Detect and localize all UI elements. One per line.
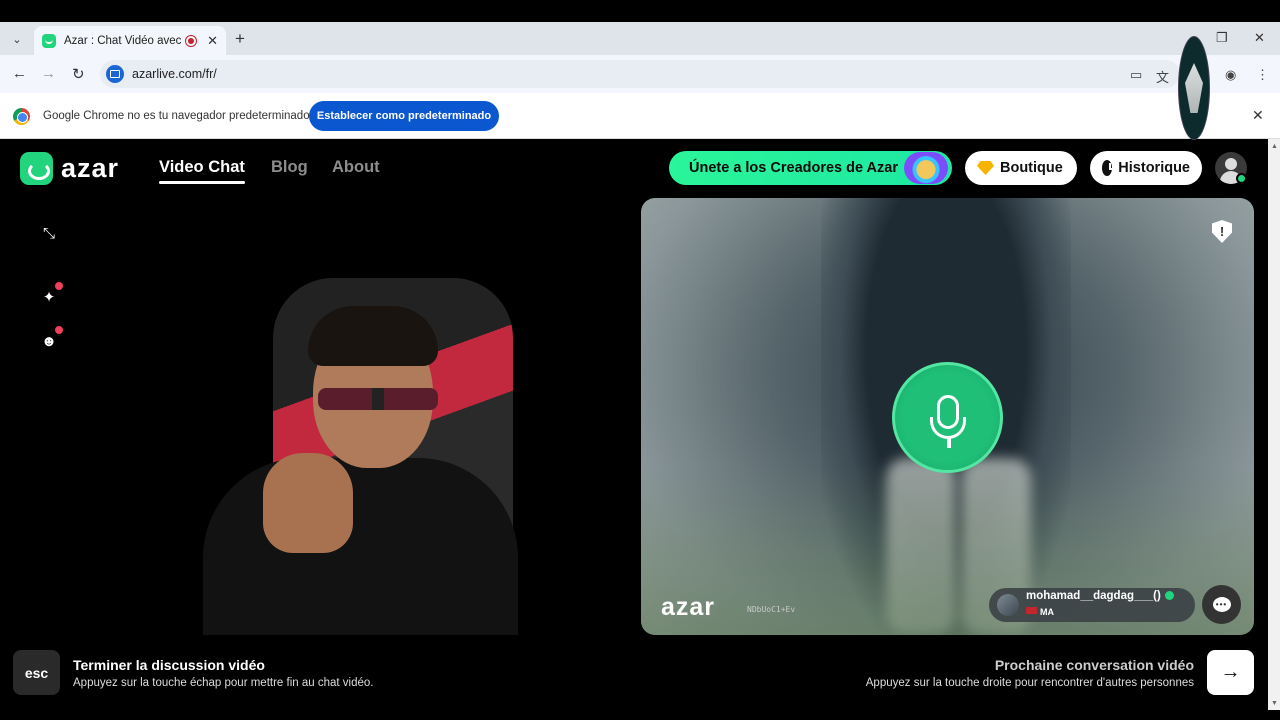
online-status-dot <box>1236 173 1247 184</box>
azar-favicon-icon <box>42 33 56 48</box>
local-video-panel: ⤡ ✦ ☻ <box>13 198 627 635</box>
history-label: Historique <box>1118 160 1190 176</box>
remote-username: mohamad__dagdag___() <box>1026 590 1161 602</box>
remote-user-info: mohamad__dagdag___() MA <box>1026 590 1174 620</box>
profile-icon[interactable]: ◉ <box>1225 67 1236 83</box>
minimize-video-icon[interactable]: ⤡ <box>39 223 59 243</box>
infobar-close-icon[interactable]: ✕ <box>1252 107 1264 124</box>
chrome-logo-icon <box>13 108 30 125</box>
diamond-icon <box>977 161 994 175</box>
more-menu-icon[interactable]: ⋮ <box>1256 67 1269 83</box>
new-tab-button[interactable]: + <box>235 29 245 49</box>
scroll-up-arrow-icon[interactable]: ▲ <box>1271 143 1278 150</box>
esc-end-button[interactable]: esc <box>13 650 60 695</box>
report-shield-icon[interactable]: ! <box>1212 220 1232 243</box>
clock-icon <box>1102 160 1116 176</box>
creators-label: Únete a los Creadores de Azar <box>689 160 898 176</box>
set-default-button[interactable]: Establecer como predeterminado <box>309 101 499 131</box>
next-chat-subtitle: Appuyez sur la touche droite pour rencon… <box>865 677 1194 689</box>
url-text: azarlive.com/fr/ <box>132 67 217 81</box>
browser-toolbar: ← → ↻ azarlive.com/fr/ ▭ 文 ◉ ⋮ <box>0 55 1280 93</box>
reload-icon[interactable]: ↻ <box>72 65 85 83</box>
remote-video-panel: ! azar NDbUoC1+Ev mohamad__dagdag___() M… <box>641 198 1254 635</box>
local-camera-feed <box>203 278 518 635</box>
remote-user-chip[interactable]: mohamad__dagdag___() MA <box>989 588 1195 622</box>
azar-app: azar Video Chat Blog About Únete a los C… <box>0 139 1268 710</box>
remote-country-row: MA <box>1026 602 1174 620</box>
creators-illustration-icon <box>904 152 948 184</box>
forward-arrow-icon[interactable]: → <box>41 65 56 82</box>
translate-icon[interactable]: 文 <box>1156 67 1169 86</box>
microphone-leg <box>947 438 951 448</box>
emblem-bird-icon <box>1185 63 1203 113</box>
history-button[interactable]: Historique <box>1090 151 1202 185</box>
address-bar[interactable]: azarlive.com/fr/ <box>100 60 1180 88</box>
browser-tab-azar[interactable]: Azar : Chat Vidéo avec de n ✕ <box>34 26 226 55</box>
person-hand <box>263 453 353 553</box>
join-creators-button[interactable]: Únete a los Creadores de Azar <box>669 151 952 185</box>
logo-text: azar <box>61 153 120 183</box>
verified-badge-icon <box>1164 591 1174 601</box>
remote-user-avatar <box>997 594 1019 616</box>
effects-notification-dot <box>55 282 63 290</box>
chat-button[interactable]: ••• <box>1202 585 1241 624</box>
recording-indicator-icon <box>185 34 198 47</box>
browser-tab-bar: ⌄ Azar : Chat Vidéo avec de n ✕ + ❐ ✕ <box>0 22 1280 55</box>
azar-logo-icon <box>20 152 53 185</box>
next-chat-button[interactable]: → <box>1207 650 1254 695</box>
page-scrollbar[interactable] <box>1268 139 1280 710</box>
tab-search-menu-icon[interactable]: ⌄ <box>7 29 27 49</box>
morocco-flag-icon <box>1026 607 1037 615</box>
infobar-message: Google Chrome no es tu navegador predete… <box>43 110 310 122</box>
next-chat-title: Prochaine conversation vidéo <box>994 657 1194 673</box>
person-sunglasses <box>318 388 438 410</box>
remote-username-row: mohamad__dagdag___() <box>1026 590 1174 602</box>
overlay-emblem-logo <box>1178 36 1210 140</box>
video-watermark-logo: azar <box>661 593 716 621</box>
default-browser-infobar: Google Chrome no es tu navegador predete… <box>0 93 1280 139</box>
microphone-stand <box>930 417 966 439</box>
nav-blog[interactable]: Blog <box>271 158 308 177</box>
boutique-label: Boutique <box>1000 160 1063 176</box>
window-restore-icon[interactable]: ❐ <box>1216 30 1228 46</box>
end-chat-title: Terminer la discussion vidéo <box>73 657 265 673</box>
azar-logo[interactable]: azar <box>20 152 119 185</box>
cast-icon[interactable]: ▭ <box>1130 67 1142 83</box>
person-hair <box>308 306 438 366</box>
window-close-icon[interactable]: ✕ <box>1254 30 1265 46</box>
face-filter-icon[interactable]: ☻ <box>39 331 59 351</box>
remote-country: MA <box>1040 607 1054 617</box>
sparkle-effects-icon[interactable]: ✦ <box>39 287 59 307</box>
site-camera-icon[interactable] <box>106 65 124 83</box>
person-hoodie <box>203 458 518 635</box>
scroll-down-arrow-icon[interactable]: ▼ <box>1271 700 1278 707</box>
end-chat-subtitle: Appuyez sur la touche échap pour mettre … <box>73 677 374 689</box>
video-watermark-id: NDbUoC1+Ev <box>747 605 796 614</box>
microphone-button[interactable] <box>892 362 1003 473</box>
tab-title: Azar : Chat Vidéo avec de n <box>64 34 182 47</box>
filter-notification-dot <box>55 326 63 334</box>
chat-bubble-icon: ••• <box>1212 597 1231 612</box>
screen-top-strip <box>0 0 1280 22</box>
nav-video-chat[interactable]: Video Chat <box>159 158 245 184</box>
tab-close-icon[interactable]: ✕ <box>207 33 218 49</box>
boutique-button[interactable]: Boutique <box>965 151 1077 185</box>
back-arrow-icon[interactable]: ← <box>12 65 27 82</box>
nav-about[interactable]: About <box>332 158 380 177</box>
